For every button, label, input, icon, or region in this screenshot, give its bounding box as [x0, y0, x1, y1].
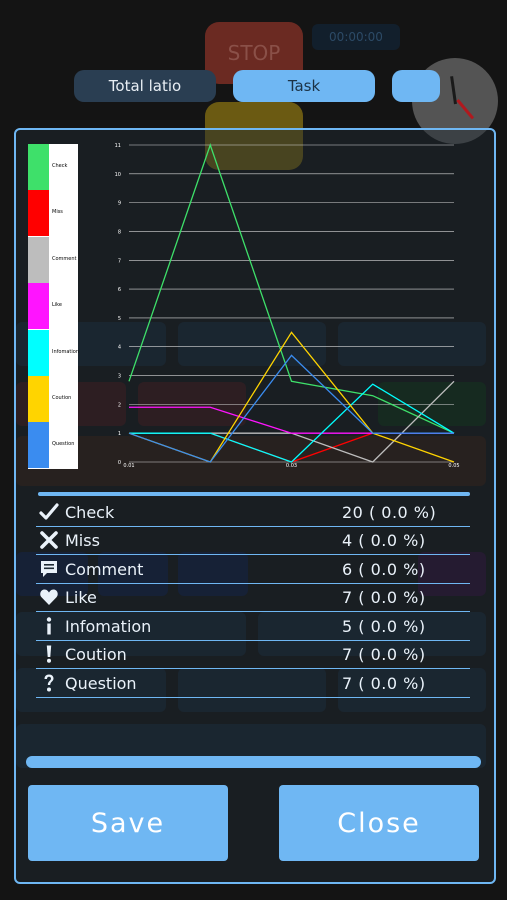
- y-tick-label: 11: [115, 143, 121, 149]
- stat-value: 4 ( 0.0 %): [342, 531, 426, 550]
- stat-row-comment: Comment 6 ( 0.0 %): [36, 555, 470, 584]
- legend-label: Question: [52, 441, 75, 448]
- legend-item-comment: Comment: [28, 236, 78, 283]
- legend-item-check: Check: [28, 144, 78, 190]
- x-tick-label: 0.05: [448, 463, 459, 469]
- legend-swatch: [28, 376, 49, 422]
- line-chart: 0 1 2 3 4 5 6 7 8 9 10 11 0.01 0.03 0.05 Check Miss Comm…: [28, 140, 468, 470]
- y-tick-label: 7: [118, 258, 121, 264]
- tab-task[interactable]: Task: [233, 70, 375, 102]
- stat-label: Question: [65, 674, 137, 693]
- y-tick-label: 0: [118, 460, 121, 466]
- stat-value: 5 ( 0.0 %): [342, 617, 426, 636]
- y-tick-label: 6: [118, 287, 121, 293]
- stat-row-check: Check 20 ( 0.0 %): [36, 498, 470, 527]
- legend-item-like: Like: [28, 283, 78, 330]
- question-icon: [38, 672, 60, 694]
- series-line-coution: [128, 331, 455, 463]
- stat-row-like: Like 7 ( 0.0 %): [36, 583, 470, 612]
- tab-total-ratio[interactable]: Total latio: [74, 70, 216, 102]
- bottom-separator: [26, 756, 481, 768]
- close-button[interactable]: Close: [279, 785, 479, 861]
- info-icon: [38, 615, 60, 637]
- stat-value: 7 ( 0.0 %): [342, 674, 426, 693]
- legend-label: Comment: [52, 255, 77, 262]
- comment-icon: [38, 558, 60, 580]
- stat-label: Infomation: [65, 617, 152, 636]
- chart-plot: 0 1 2 3 4 5 6 7 8 9 10 11 0.01 0.03 0.05: [115, 143, 460, 469]
- stop-label: STOP: [227, 41, 281, 65]
- tab-more[interactable]: [392, 70, 440, 102]
- legend-label: Miss: [52, 209, 63, 216]
- x-tick-label: 0.03: [286, 463, 297, 469]
- y-tick-label: 9: [118, 201, 121, 207]
- timer-display: 00:00:00: [312, 24, 400, 50]
- stat-row-miss: Miss 4 ( 0.0 %): [36, 526, 470, 555]
- x-tick-label: 0.01: [123, 463, 134, 469]
- legend-item-coution: Coution: [28, 376, 78, 422]
- legend-label: Infomation: [52, 348, 79, 355]
- stat-label: Coution: [65, 645, 127, 664]
- y-tick-label: 3: [118, 374, 121, 380]
- stat-label: Like: [65, 588, 97, 607]
- legend-swatch: [28, 283, 49, 330]
- stat-value: 7 ( 0.0 %): [342, 645, 426, 664]
- legend-item-infomation: Infomation: [28, 329, 79, 376]
- legend-swatch: [28, 422, 49, 469]
- y-tick-label: 2: [118, 402, 121, 408]
- stat-label: Check: [65, 503, 115, 522]
- y-tick-label: 5: [118, 316, 121, 322]
- top-separator: [38, 492, 470, 496]
- legend-item-miss: Miss: [28, 190, 78, 237]
- chart-legend: Check Miss Comment Like Infomation Coution Que…: [28, 144, 79, 469]
- stat-row-caution: Coution 7 ( 0.0 %): [36, 640, 470, 669]
- save-button[interactable]: Save: [28, 785, 228, 861]
- y-tick-label: 10: [115, 172, 121, 178]
- y-tick-label: 1: [118, 431, 121, 437]
- legend-label: Check: [52, 163, 68, 169]
- legend-label: Like: [52, 302, 62, 309]
- stat-label: Comment: [65, 560, 144, 579]
- legend-item-question: Question: [28, 422, 78, 469]
- cross-icon: [38, 529, 60, 551]
- legend-label: Coution: [52, 395, 72, 401]
- legend-swatch: [28, 236, 49, 283]
- check-icon: [38, 501, 60, 523]
- stat-value: 7 ( 0.0 %): [342, 588, 426, 607]
- series-line-miss: [129, 432, 454, 463]
- y-tick-label: 8: [118, 229, 121, 235]
- stat-row-question: Question 7 ( 0.0 %): [36, 669, 470, 698]
- series-line-question: [128, 354, 454, 463]
- heart-icon: [38, 586, 60, 608]
- stat-value: 20 ( 0.0 %): [342, 503, 437, 522]
- legend-swatch: [28, 144, 49, 190]
- legend-swatch: [28, 329, 49, 376]
- legend-swatch: [28, 190, 49, 237]
- stat-label: Miss: [65, 531, 100, 550]
- stat-row-information: Infomation 5 ( 0.0 %): [36, 612, 470, 641]
- exclamation-icon: [38, 643, 60, 665]
- y-tick-label: 4: [118, 345, 121, 351]
- stat-value: 6 ( 0.0 %): [342, 560, 426, 579]
